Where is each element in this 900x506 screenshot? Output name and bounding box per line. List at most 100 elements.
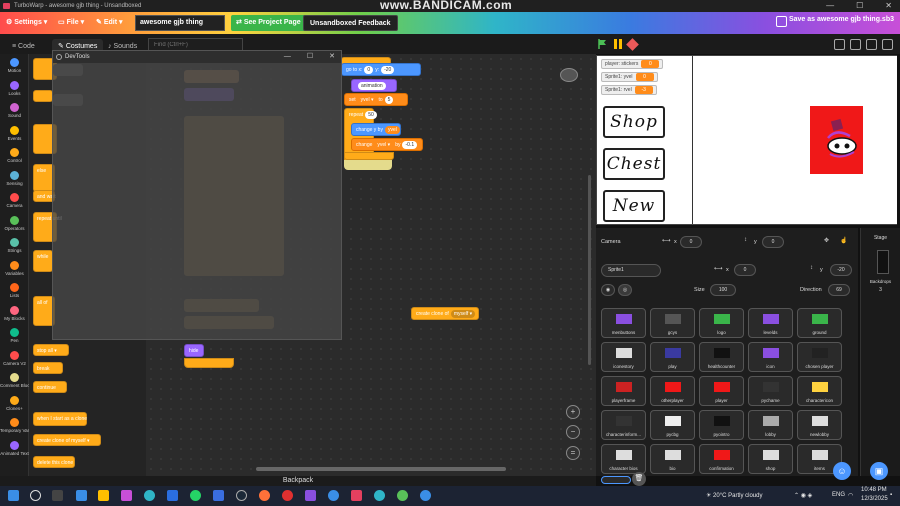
sprite-x-input[interactable]: 0 (734, 264, 756, 276)
small-stage-button[interactable] (834, 39, 845, 50)
turbowarp-taskbar-icon[interactable] (351, 490, 362, 501)
zoom-in-button[interactable]: + (566, 405, 580, 419)
pointer-icon[interactable]: ☝ (840, 237, 847, 244)
hide-sprite-toggle[interactable]: ◎ (618, 284, 632, 296)
change-y-reporter[interactable]: yvel (384, 126, 400, 134)
notification-icon[interactable]: ▪ (890, 492, 892, 498)
devtools-minimize-button[interactable]: — (284, 51, 291, 63)
change-value-input[interactable]: -0.1 (402, 141, 418, 149)
devtools-window[interactable]: DevTools — ☐ ✕ (52, 50, 342, 340)
maximize-button[interactable]: ☐ (856, 0, 863, 12)
sprite-tile[interactable]: menbuttons (601, 308, 646, 338)
camera-x-input[interactable]: 0 (680, 236, 702, 248)
stage-target-pane[interactable]: Stage Backdrops 3 (860, 228, 900, 476)
layout-toggle-button[interactable] (882, 39, 893, 50)
category-temporary-variables[interactable]: Temporary Variables (0, 418, 41, 438)
delete-clone-block[interactable]: delete this clone (33, 456, 75, 468)
palette-block[interactable] (33, 90, 53, 102)
sprite-tile[interactable]: ground (797, 308, 842, 338)
copilot-icon[interactable] (121, 490, 132, 501)
category-animated-text[interactable]: Animated Text (0, 440, 29, 461)
category-variables[interactable]: Variables (0, 260, 29, 281)
settings-menu[interactable]: ⚙ Settings ▾ (6, 16, 47, 30)
clone-target-dropdown[interactable]: myself ▾ (450, 310, 476, 318)
change-variable-block[interactable]: change yvel ▾ by -0.1 (351, 138, 423, 151)
sprite-tile-selected[interactable] (601, 476, 631, 484)
stop-all-block[interactable]: stop all ▾ (33, 344, 69, 356)
edit-menu[interactable]: ✎ Edit ▾ (96, 16, 123, 30)
windows-start-icon[interactable] (8, 490, 19, 501)
pause-icon[interactable] (614, 39, 622, 49)
tab-code[interactable]: ≡ Code (6, 39, 41, 54)
repeat-count-input[interactable]: 50 (365, 111, 377, 119)
green-flag-icon[interactable] (598, 39, 607, 49)
file-menu[interactable]: ▭ File ▾ (58, 16, 84, 30)
network-icon[interactable]: ◠ (848, 492, 853, 499)
category-strings[interactable]: Strings (0, 238, 29, 258)
category-lists[interactable]: Lists (0, 283, 29, 303)
fullscreen-button[interactable] (866, 39, 877, 50)
sprite-tile[interactable]: icon (748, 342, 793, 372)
change-var-dropdown[interactable]: yvel ▾ (374, 141, 394, 149)
large-stage-button[interactable] (850, 39, 861, 50)
sprite-tile[interactable]: logo (699, 308, 744, 338)
category-sound[interactable]: Sound (0, 103, 29, 123)
weather-widget[interactable]: ☀ 20°C Partly cloudy (706, 492, 762, 499)
while-block[interactable]: while (33, 250, 53, 272)
backpack-bar[interactable]: Backpack (0, 476, 596, 486)
minimize-button[interactable]: — (826, 0, 834, 12)
sprite-tile[interactable]: character bios (601, 444, 646, 474)
hide-block[interactable]: hide (184, 344, 204, 357)
stage-scene[interactable] (692, 56, 897, 224)
sprite-tile[interactable]: confirmation (699, 444, 744, 474)
costume-dropdown[interactable]: animation (358, 82, 386, 90)
steam-icon[interactable] (236, 490, 247, 501)
sprite-tile[interactable]: shop (748, 444, 793, 474)
widgets-icon[interactable] (76, 490, 87, 501)
sprite-tile[interactable]: newlobby (797, 410, 842, 440)
language-indicator[interactable]: ENG (832, 492, 845, 498)
change-y-block[interactable]: change y by yvel (351, 123, 401, 136)
app-icon[interactable] (305, 490, 316, 501)
loose-create-clone-block[interactable]: create clone of myself ▾ (411, 307, 479, 320)
sprite-tile[interactable]: otherplayer (650, 376, 695, 406)
category-clones-[interactable]: Clones+ (0, 395, 29, 416)
chest-button[interactable]: Chest (603, 148, 665, 180)
sprite-tile[interactable]: gcys (650, 308, 695, 338)
project-title-input[interactable]: awesome gjb thing (135, 15, 225, 31)
sprite-tile[interactable]: playerframe (601, 376, 646, 406)
sprite-tile[interactable]: pycbg (650, 410, 695, 440)
sprite-tile[interactable]: play (650, 342, 695, 372)
task-view-icon[interactable] (52, 490, 63, 501)
goto-y-input[interactable]: -20 (381, 66, 395, 74)
sprite-tile[interactable]: chosen player (797, 342, 842, 372)
sprite-tile[interactable]: bio (650, 444, 695, 474)
set-variable-block[interactable]: set yvel ▾ to 5 (344, 93, 408, 106)
player-card-sprite[interactable] (810, 106, 863, 174)
move-icon[interactable]: ✥ (824, 237, 829, 244)
continue-block[interactable]: continue (33, 381, 67, 393)
goto-x-input[interactable]: 0 (364, 66, 374, 74)
app-icon[interactable] (397, 490, 408, 501)
zoom-out-button[interactable]: − (566, 425, 580, 439)
chrome-icon[interactable] (328, 490, 339, 501)
category-operators[interactable]: Operators (0, 215, 29, 236)
category-sensing[interactable]: Sensing (0, 170, 29, 191)
vertical-scrollbar[interactable] (588, 175, 591, 365)
outlook-icon[interactable] (167, 490, 178, 501)
sprite-tile[interactable]: healthcounter (699, 342, 744, 372)
stage-canvas[interactable]: player: stickers 0 Sprite1: yvel 0 Sprite1… (596, 55, 897, 225)
new-button[interactable]: New (603, 190, 665, 222)
delete-sprite-button[interactable]: 🗑 (632, 472, 646, 486)
direction-input[interactable]: 69 (828, 284, 850, 296)
sprite-tile[interactable]: characterinform... (601, 410, 646, 440)
close-window-button[interactable]: ✕ (885, 0, 892, 12)
category-camera[interactable]: Camera (0, 193, 29, 213)
go-to-xy-block[interactable]: go to x: 0 y: -20 (341, 63, 421, 76)
sprite-tile[interactable]: charactericon (797, 376, 842, 406)
when-i-start-as-clone-block[interactable]: when I start as a clone (33, 412, 87, 426)
category-control[interactable]: Control (0, 148, 29, 168)
set-var-dropdown[interactable]: yvel ▾ (357, 96, 377, 104)
camera-y-input[interactable]: 0 (762, 236, 784, 248)
sprite-tile[interactable]: pychame (748, 376, 793, 406)
